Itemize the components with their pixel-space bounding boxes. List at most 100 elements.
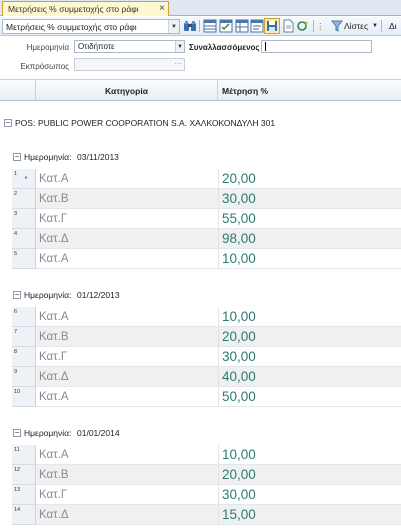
form-icon[interactable] [250,19,264,33]
collapse-icon[interactable]: − [4,119,12,127]
measurement-cell[interactable]: 40,00 [222,369,256,384]
save-icon[interactable] [264,18,280,34]
category-cell[interactable]: Κατ.Γ [39,351,67,363]
measurement-cell[interactable]: 20,00 [222,171,256,186]
row-indicator[interactable]: 11 [12,445,36,465]
measurement-cell[interactable]: 20,00 [222,329,256,344]
measurement-cell[interactable]: 10,00 [222,251,256,266]
lists-menu[interactable]: Λίστες [344,21,368,31]
collapse-icon[interactable]: − [13,153,21,161]
toolbar-separator [381,20,382,32]
row-number: 14 [14,507,21,513]
row-indicator[interactable]: 1 ▸ [12,169,36,189]
counterparty-label: Συναλλασσόμενος [189,43,260,52]
measurement-cell[interactable]: 15,00 [222,507,256,522]
row-indicator[interactable]: 12 [12,465,36,485]
category-cell[interactable]: Κατ.Δ [39,509,69,521]
category-cell[interactable]: Κατ.Α [39,253,69,265]
table-icon[interactable] [235,19,249,33]
row-indicator[interactable]: 8 [12,347,36,367]
row-indicator[interactable]: 3 [12,209,36,229]
measurement-cell[interactable]: 55,00 [222,211,256,226]
ellipsis-icon[interactable]: … [174,57,182,66]
column-header-measurement[interactable]: Μέτρηση % [218,80,401,101]
table-row[interactable]: 4 Κατ.Δ 98,00 [12,229,401,249]
counterparty-input[interactable] [261,40,372,53]
tab-strip: Μετρήσεις % συμμετοχής στο ράφι × [0,0,401,16]
measurement-cell[interactable]: 10,00 [222,309,256,324]
date-group-row[interactable]: − Ημερομηνία: 01/01/2014 [0,425,401,441]
measurement-cell[interactable]: 30,00 [222,487,256,502]
row-indicator[interactable]: 4 [12,229,36,249]
category-cell[interactable]: Κατ.Δ [39,371,69,383]
row-indicator[interactable]: 13 [12,485,36,505]
pos-group-row[interactable]: − POS: PUBLIC POWER COOPORATION S.A. ΧΑΛ… [0,115,401,131]
row-indicator[interactable]: 7 [12,327,36,347]
row-indicator[interactable]: 5 [12,249,36,269]
current-row-icon: ▸ [25,175,29,181]
date-group-row[interactable]: − Ημερομηνία: 03/11/2013 [0,149,401,165]
row-indicator[interactable]: 14 [12,505,36,525]
row-indicator[interactable]: 9 [12,367,36,387]
table-row[interactable]: 1 ▸ Κατ.Α 20,00 [12,169,401,189]
category-cell[interactable]: Κατ.Β [39,469,69,481]
date-filter-label: Ημερομηνία [26,43,69,52]
check-list-icon[interactable] [219,19,233,33]
measurement-cell[interactable]: 10,00 [222,447,256,462]
table-row[interactable]: 12 Κατ.Β 20,00 [12,465,401,485]
column-separator [218,367,219,387]
row-indicator[interactable]: 2 [12,189,36,209]
measurement-cell[interactable]: 30,00 [222,191,256,206]
measurement-cell[interactable]: 50,00 [222,389,256,404]
date-filter-select[interactable]: Οτιδήποτε ▼ [74,40,185,53]
chevron-down-icon[interactable]: ▼ [168,20,179,33]
row-indicator[interactable]: 6 [12,307,36,327]
more-menu[interactable]: Δι [389,21,397,31]
representative-input[interactable]: … [74,57,185,71]
table-row[interactable]: 9 Κατ.Δ 40,00 [12,367,401,387]
column-header-category[interactable]: Κατηγορία [36,80,218,101]
column-separator [218,445,219,465]
table-row[interactable]: 10 Κατ.Α 50,00 [12,387,401,407]
row-number: 12 [14,467,21,473]
collapse-icon[interactable]: − [13,429,21,437]
measurement-cell[interactable]: 30,00 [222,349,256,364]
category-cell[interactable]: Κατ.Β [39,193,69,205]
category-cell[interactable]: Κατ.Γ [39,213,67,225]
table-row[interactable]: 8 Κατ.Γ 30,00 [12,347,401,367]
collapse-icon[interactable]: − [13,291,21,299]
table-row[interactable]: 6 Κατ.Α 10,00 [12,307,401,327]
category-cell[interactable]: Κατ.Α [39,311,69,323]
table-row[interactable]: 3 Κατ.Γ 55,00 [12,209,401,229]
table-row[interactable]: 11 Κατ.Α 10,00 [12,445,401,465]
measurement-cell[interactable]: 20,00 [222,467,256,482]
category-cell[interactable]: Κατ.Γ [39,489,67,501]
chevron-down-icon[interactable]: ▼ [372,23,378,29]
grid-header: Κατηγορία Μέτρηση % [0,79,401,101]
table-row[interactable]: 14 Κατ.Δ 15,00 [12,505,401,525]
table-row[interactable]: 5 Κατ.Α 10,00 [12,249,401,269]
measurement-cell[interactable]: 98,00 [222,231,256,246]
date-group-row[interactable]: − Ημερομηνία: 01/12/2013 [0,287,401,303]
table-row[interactable]: 13 Κατ.Γ 30,00 [12,485,401,505]
table-row[interactable]: 2 Κατ.Β 30,00 [12,189,401,209]
category-cell[interactable]: Κατ.Β [39,331,69,343]
close-icon[interactable]: × [159,3,165,15]
refresh-icon[interactable] [296,19,310,33]
binoculars-icon[interactable] [183,19,197,33]
table-row[interactable]: 7 Κατ.Β 20,00 [12,327,401,347]
document-icon[interactable] [281,19,295,33]
row-indicator[interactable]: 10 [12,387,36,407]
grid-view-icon[interactable] [203,19,217,33]
more-dots-icon[interactable]: ⋮ [316,21,325,32]
category-cell[interactable]: Κατ.Δ [39,233,69,245]
filter-icon[interactable] [330,19,344,33]
category-cell[interactable]: Κατ.Α [39,449,69,461]
tab-shelf-share[interactable]: Μετρήσεις % συμμετοχής στο ράφι × [2,1,169,16]
row-number: 10 [14,389,21,395]
chevron-down-icon[interactable]: ▼ [175,41,184,52]
date-group-label: Ημερομηνία: [24,152,72,162]
category-cell[interactable]: Κατ.Α [39,391,69,403]
category-cell[interactable]: Κατ.Α [39,173,69,185]
view-select[interactable]: Μετρήσεις % συμμετοχής στο ράφι ▼ [2,19,180,34]
